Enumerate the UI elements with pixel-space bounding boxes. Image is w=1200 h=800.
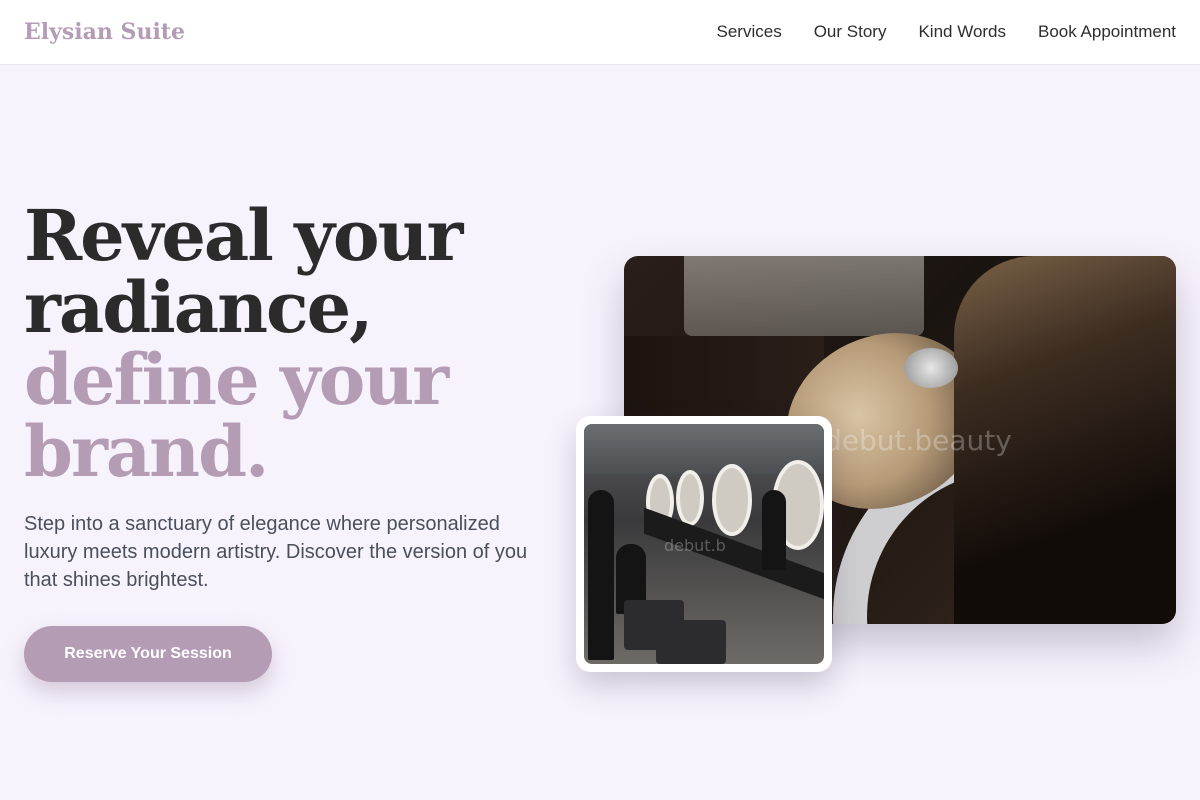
photo-chair bbox=[656, 620, 726, 664]
reserve-session-button[interactable]: Reserve Your Session bbox=[24, 626, 272, 682]
photo-mirror bbox=[712, 464, 752, 536]
photo-person bbox=[762, 490, 786, 570]
hero-title-accent-line: brand. bbox=[24, 410, 269, 493]
nav-book-appointment-link[interactable]: Book Appointment bbox=[1038, 22, 1176, 42]
photo-watermark: debut.beauty bbox=[824, 424, 1012, 457]
hero-subtitle: Step into a sanctuary of elegance where … bbox=[24, 513, 528, 591]
photo-mirror bbox=[676, 470, 704, 526]
brand-logo[interactable]: Elysian Suite bbox=[24, 19, 185, 45]
hero-title-line: Reveal your bbox=[24, 194, 463, 277]
top-navigation: Elysian Suite Services Our Story Kind Wo… bbox=[0, 0, 1200, 65]
hero-title-line: radiance, bbox=[24, 266, 374, 349]
main-nav: Services Our Story Kind Words Book Appoi… bbox=[717, 22, 1176, 42]
salon-interior-photo-card: debut.b bbox=[576, 416, 832, 672]
nav-services-link[interactable]: Services bbox=[717, 22, 782, 42]
photo-watermark: debut.b bbox=[664, 536, 726, 555]
nav-our-story-link[interactable]: Our Story bbox=[814, 22, 887, 42]
photo-person bbox=[588, 490, 614, 660]
photo-shower-head bbox=[904, 348, 958, 388]
nav-kind-words-link[interactable]: Kind Words bbox=[918, 22, 1006, 42]
salon-interior-photo: debut.b bbox=[584, 424, 824, 664]
hero-title: Reveal your radiance, define your brand. bbox=[24, 200, 584, 488]
hero-title-accent-line: define your bbox=[24, 338, 449, 421]
photo-wall-shape bbox=[684, 256, 924, 336]
